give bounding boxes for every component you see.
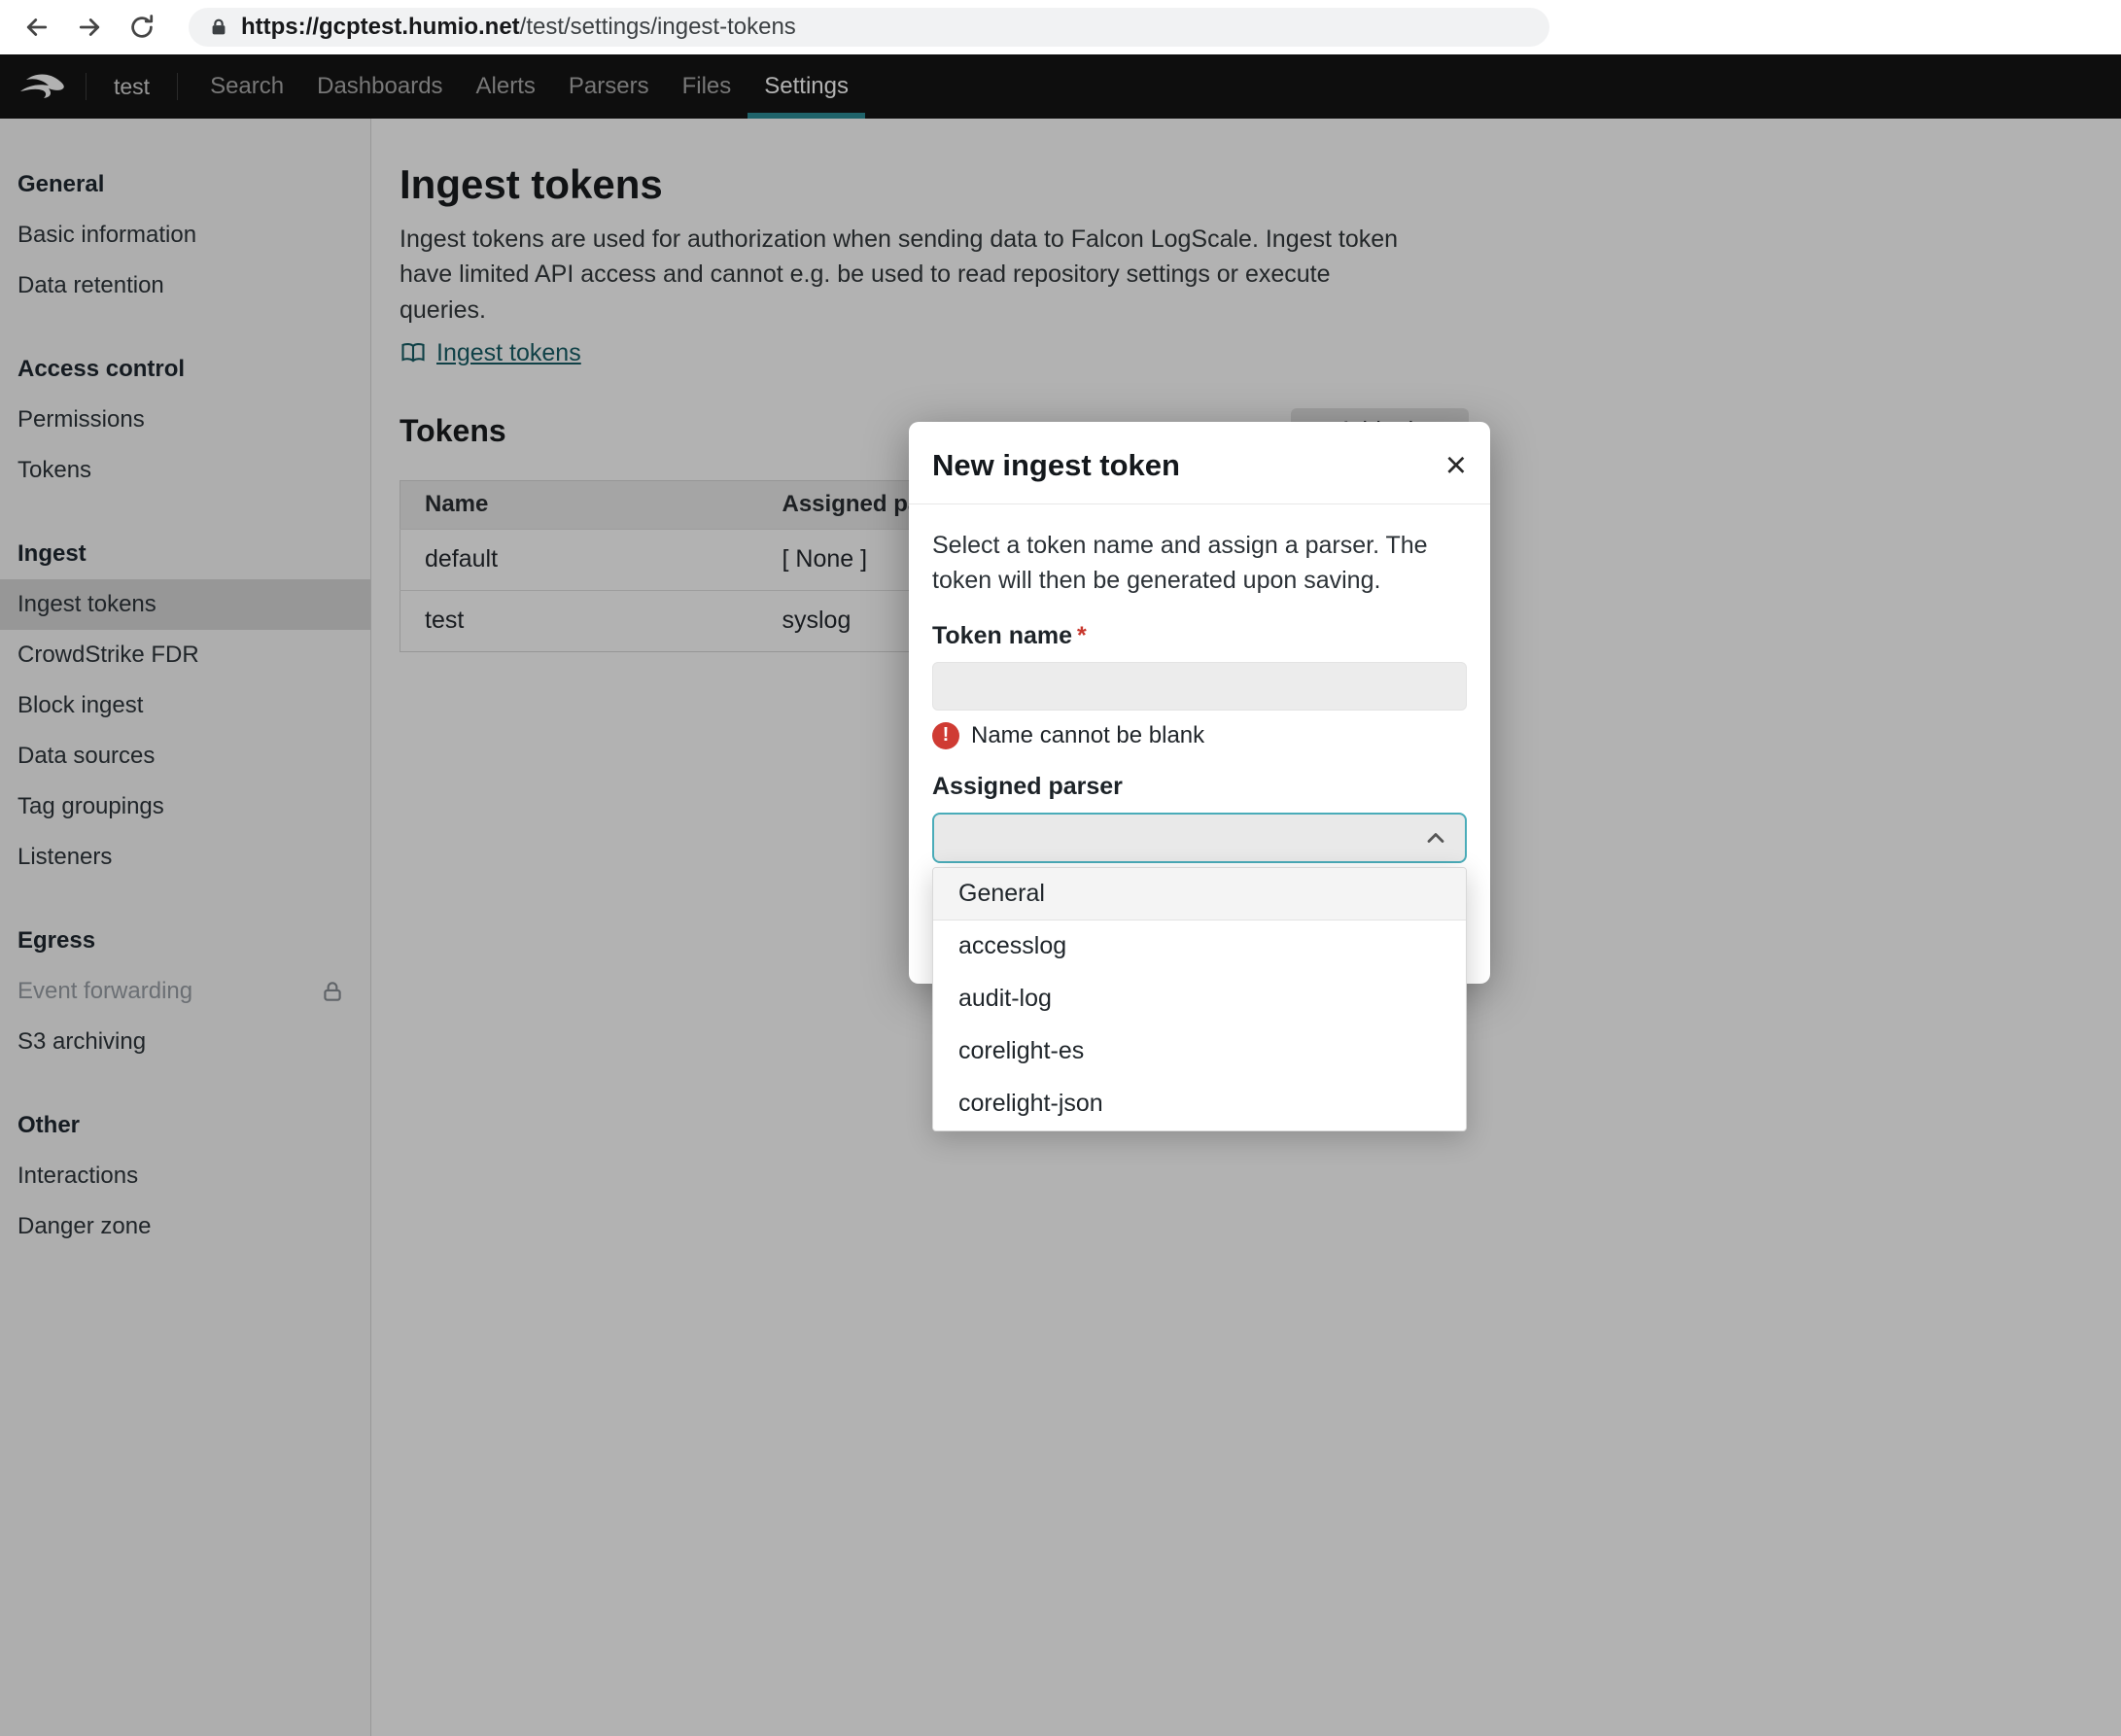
reload-icon bbox=[127, 13, 156, 42]
close-button[interactable]: × bbox=[1445, 447, 1467, 484]
forward-arrow-icon bbox=[75, 13, 104, 42]
parser-select[interactable] bbox=[932, 813, 1467, 863]
browser-chrome: https://gcptest.humio.net/test/settings/… bbox=[0, 0, 2121, 54]
token-name-label-text: Token name bbox=[932, 622, 1072, 650]
dropdown-option-general[interactable]: General bbox=[933, 868, 1466, 920]
dropdown-option-corelight-es[interactable]: corelight-es bbox=[933, 1025, 1466, 1078]
validation-error-row: ! Name cannot be blank bbox=[932, 722, 1467, 749]
lock-icon bbox=[208, 17, 229, 38]
reload-button[interactable] bbox=[121, 6, 163, 49]
token-name-label: Token name * bbox=[932, 622, 1467, 650]
modal-intro-text: Select a token name and assign a parser.… bbox=[932, 528, 1467, 599]
back-button[interactable] bbox=[16, 6, 58, 49]
new-ingest-token-modal: New ingest token × Select a token name a… bbox=[909, 422, 1490, 984]
forward-button[interactable] bbox=[68, 6, 111, 49]
url-bar[interactable]: https://gcptest.humio.net/test/settings/… bbox=[189, 8, 1549, 47]
url-path: /test/settings/ingest-tokens bbox=[520, 14, 796, 40]
dropdown-option-accesslog[interactable]: accesslog bbox=[933, 920, 1466, 973]
parser-dropdown: General accesslog audit-log corelight-es… bbox=[932, 867, 1467, 1131]
back-arrow-icon bbox=[22, 13, 52, 42]
modal-title: New ingest token bbox=[932, 448, 1180, 483]
dropdown-option-audit-log[interactable]: audit-log bbox=[933, 973, 1466, 1025]
parser-select-wrap: General accesslog audit-log corelight-es… bbox=[932, 813, 1467, 863]
dropdown-option-corelight-json[interactable]: corelight-json bbox=[933, 1078, 1466, 1130]
required-marker: * bbox=[1077, 622, 1087, 650]
url-text: https://gcptest.humio.net/test/settings/… bbox=[241, 14, 796, 41]
error-icon: ! bbox=[932, 722, 959, 749]
modal-header: New ingest token × bbox=[909, 422, 1490, 504]
close-icon: × bbox=[1445, 445, 1467, 486]
token-name-input[interactable] bbox=[932, 662, 1467, 711]
assigned-parser-label: Assigned parser bbox=[932, 773, 1467, 801]
chevron-up-icon bbox=[1422, 824, 1449, 851]
error-message: Name cannot be blank bbox=[971, 722, 1204, 749]
modal-body: Select a token name and assign a parser.… bbox=[909, 504, 1490, 984]
url-domain: https://gcptest.humio.net bbox=[241, 14, 520, 40]
